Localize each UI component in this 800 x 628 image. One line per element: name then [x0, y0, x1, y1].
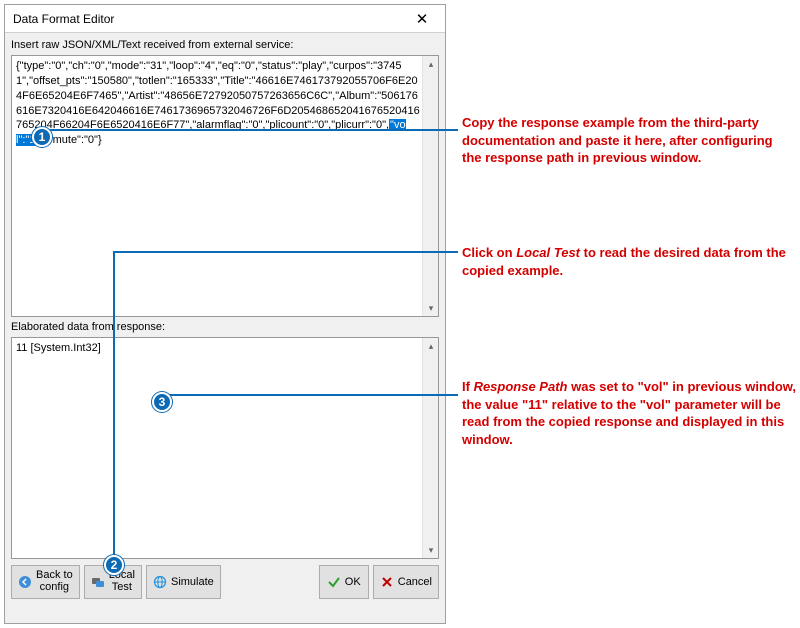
- simulate-button[interactable]: Simulate: [146, 565, 221, 599]
- scroll-up-icon[interactable]: ▴: [423, 56, 439, 72]
- cancel-label: Cancel: [398, 576, 432, 588]
- callout-marker-3: 3: [152, 392, 172, 412]
- scrollbar[interactable]: ▴ ▾: [422, 338, 438, 558]
- elaborated-label: Elaborated data from response:: [11, 319, 439, 335]
- scrollbar[interactable]: ▴ ▾: [422, 56, 438, 316]
- raw-label: Insert raw JSON/XML/Text received from e…: [11, 37, 439, 53]
- local-test-icon: [91, 575, 105, 589]
- check-icon: [327, 575, 341, 589]
- back-arrow-icon: [18, 575, 32, 589]
- titlebar: Data Format Editor ✕: [5, 5, 445, 33]
- elaborated-value: 11 [System.Int32]: [16, 341, 420, 356]
- raw-input-content: {"type":"0","ch":"0","mode":"31","loop":…: [16, 59, 420, 148]
- close-button[interactable]: ✕: [405, 8, 439, 30]
- scroll-down-icon[interactable]: ▾: [423, 300, 439, 316]
- cancel-x-icon: [380, 575, 394, 589]
- ok-label: OK: [345, 576, 361, 588]
- elaborated-output[interactable]: 11 [System.Int32] ▴ ▾: [11, 337, 439, 559]
- back-line1: Back to: [36, 569, 73, 581]
- button-row: Back toconfig LocalTest Simulate OK: [11, 561, 439, 599]
- dialog-body: Insert raw JSON/XML/Text received from e…: [5, 33, 445, 623]
- back-to-config-button[interactable]: Back toconfig: [11, 565, 80, 599]
- back-line2: config: [40, 581, 69, 593]
- lt-line2: Test: [112, 581, 132, 593]
- raw-pre: {"type":"0","ch":"0","mode":"31","loop":…: [16, 60, 420, 131]
- dialog-window: Data Format Editor ✕ Insert raw JSON/XML…: [4, 4, 446, 624]
- callout-text-2: Click on Local Test to read the desired …: [462, 244, 794, 279]
- callout-text-1: Copy the response example from the third…: [462, 114, 794, 167]
- raw-input[interactable]: {"type":"0","ch":"0","mode":"31","loop":…: [11, 55, 439, 317]
- raw-post: ,"mute":"0"}: [46, 134, 102, 146]
- callout-marker-2: 2: [104, 555, 124, 575]
- callout-text-3: If Response Path was set to "vol" in pre…: [462, 378, 798, 448]
- scroll-down-icon[interactable]: ▾: [423, 542, 439, 558]
- ok-button[interactable]: OK: [319, 565, 369, 599]
- globe-icon: [153, 575, 167, 589]
- simulate-label: Simulate: [171, 576, 214, 588]
- scroll-up-icon[interactable]: ▴: [423, 338, 439, 354]
- cancel-button[interactable]: Cancel: [373, 565, 439, 599]
- window-title: Data Format Editor: [13, 12, 114, 26]
- callout-marker-1: 1: [32, 127, 52, 147]
